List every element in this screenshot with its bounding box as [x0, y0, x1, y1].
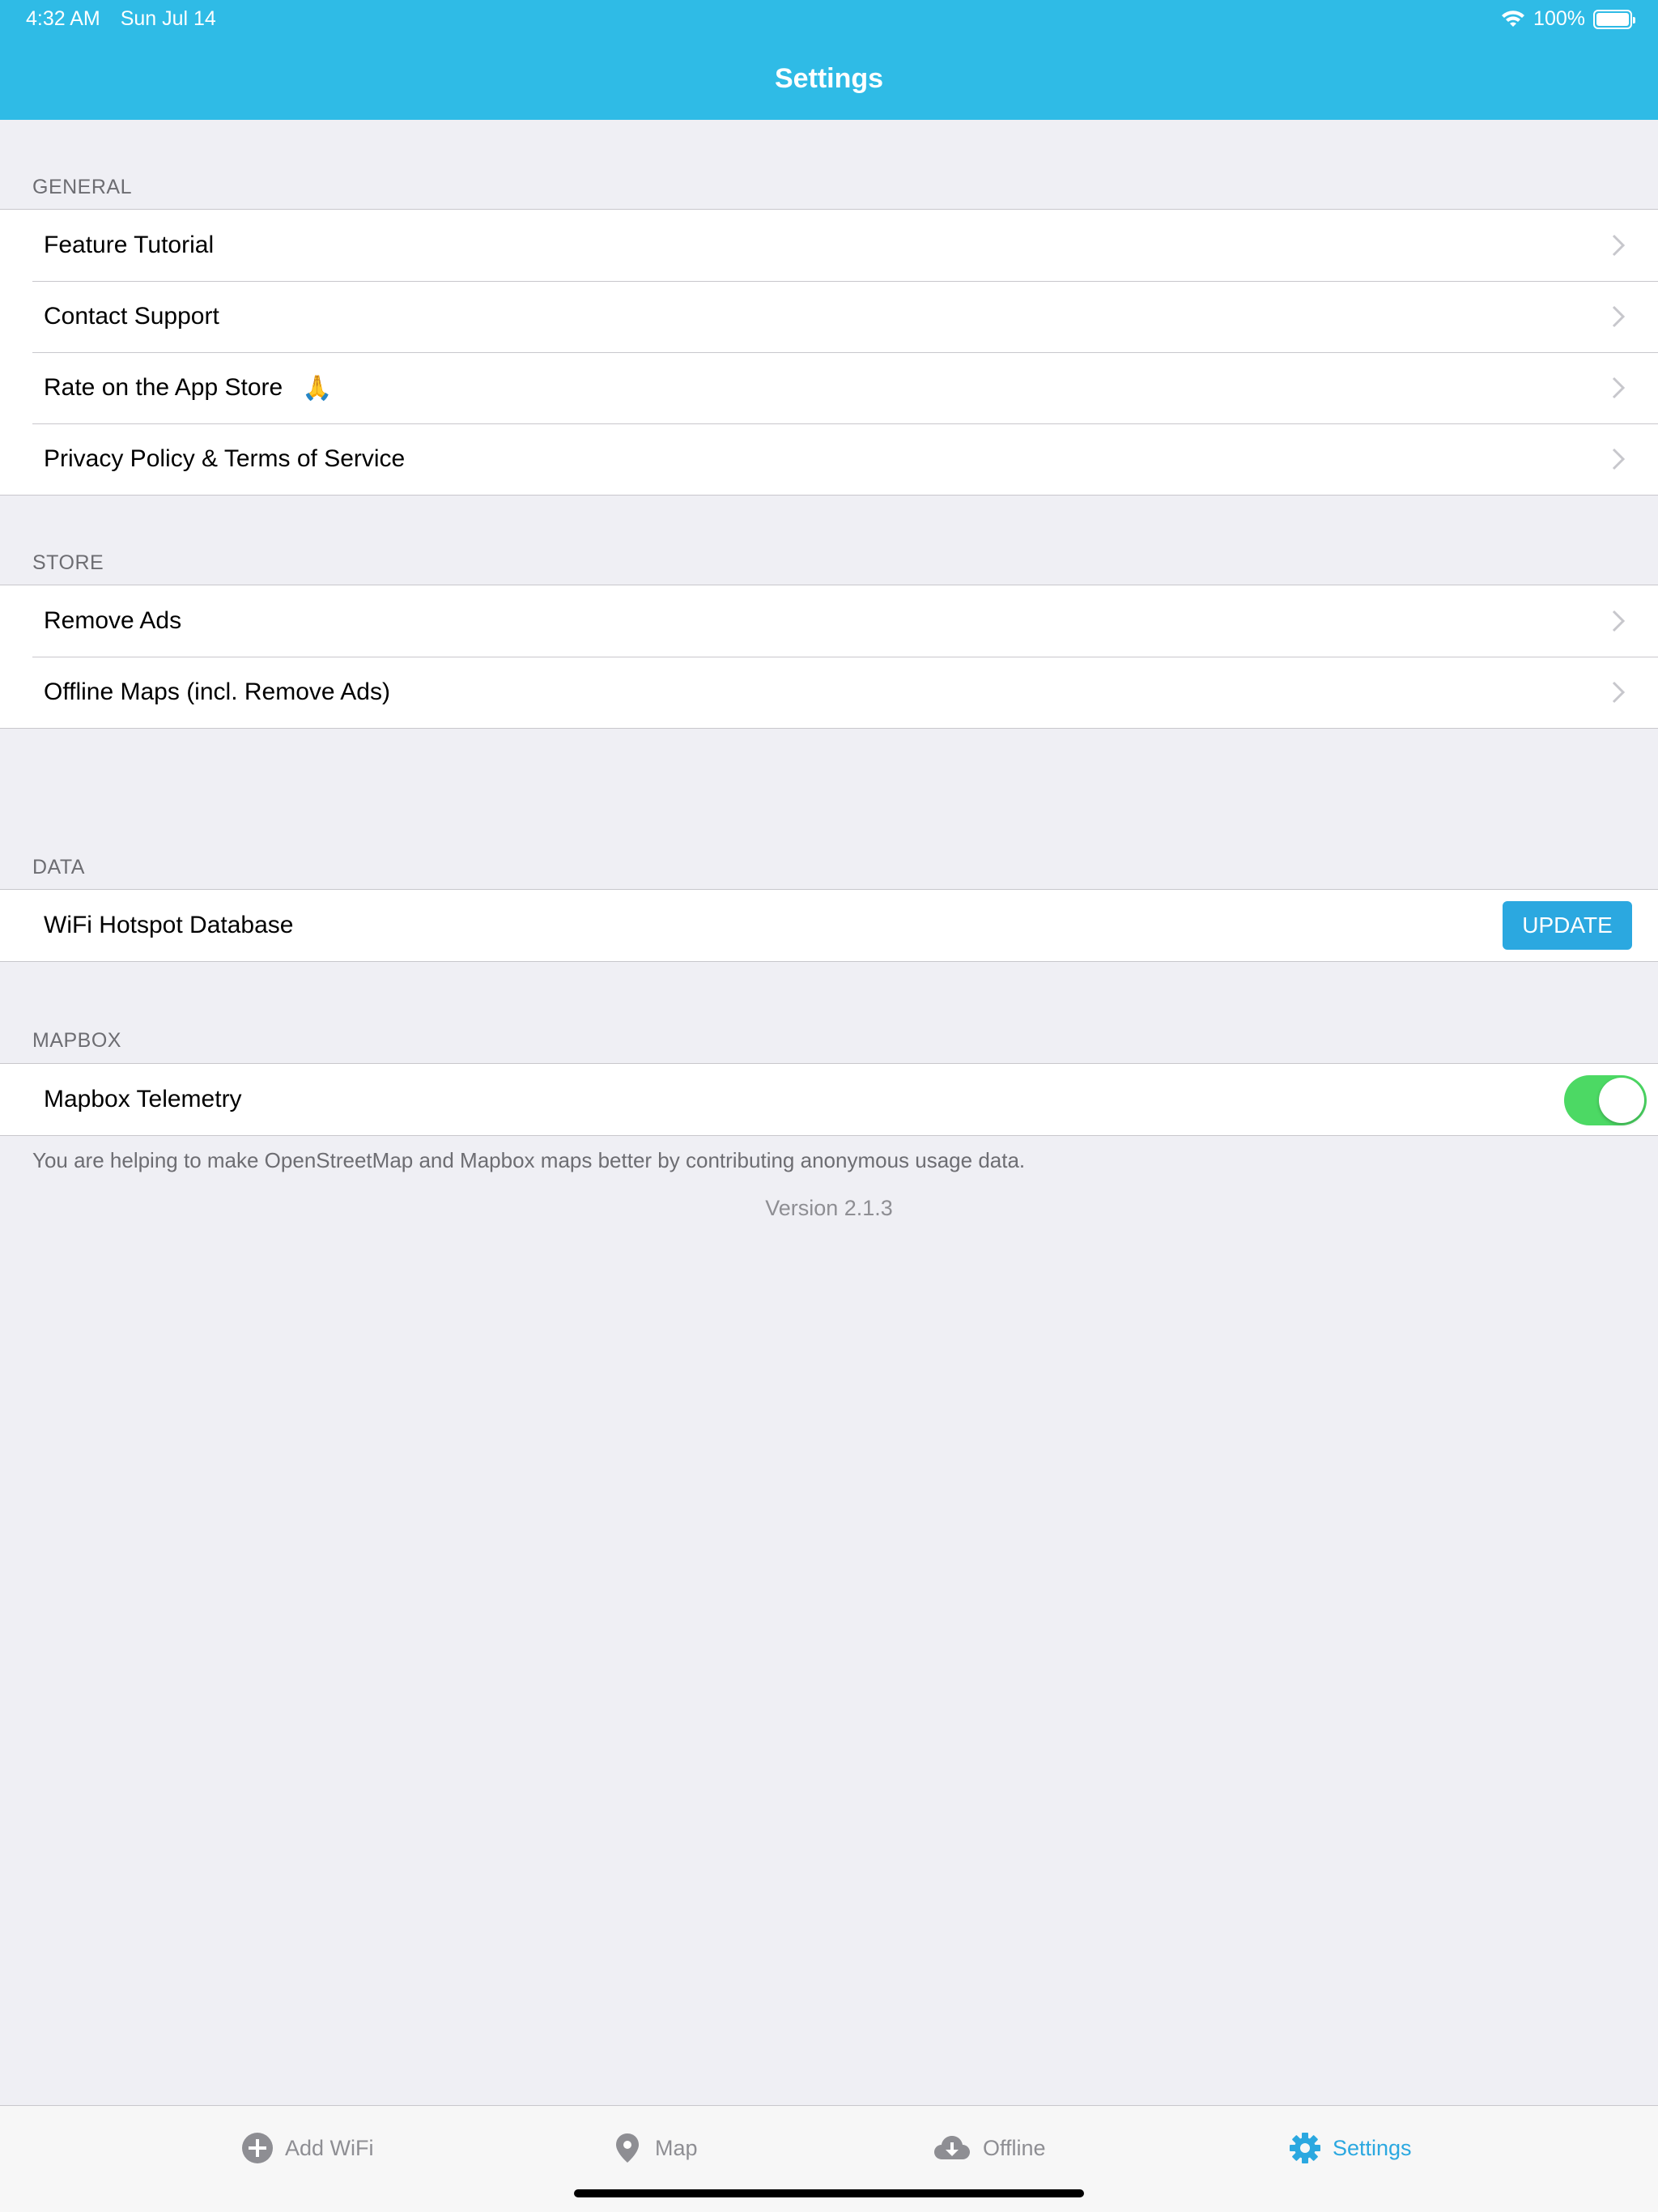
version-label: Version 2.1.3	[765, 1196, 893, 1220]
chevron-right-icon	[1612, 610, 1626, 632]
tab-label: Add WiFi	[285, 2135, 374, 2160]
chevron-right-icon	[1612, 448, 1626, 470]
status-date: Sun Jul 14	[120, 7, 216, 30]
privacy-policy-row[interactable]: Privacy Policy & Terms of Service	[0, 423, 1658, 495]
chevron-right-icon	[1612, 305, 1626, 328]
status-right: 100%	[1501, 7, 1635, 31]
tab-offline[interactable]: Offline	[933, 2132, 1046, 2164]
update-button[interactable]: UPDATE	[1503, 901, 1632, 950]
gear-icon	[1290, 2133, 1320, 2163]
row-label: WiFi Hotspot Database	[44, 912, 294, 938]
wifi-database-row: WiFi Hotspot Database UPDATE	[0, 890, 1658, 961]
map-pin-icon	[616, 2133, 639, 2163]
row-label: Contact Support	[44, 303, 219, 330]
home-indicator	[574, 2189, 1084, 2197]
cloud-download-icon	[934, 2136, 970, 2159]
section-header-mapbox: MAPBOX	[32, 1029, 121, 1052]
mapbox-footer-text: You are helping to make OpenStreetMap an…	[32, 1148, 1026, 1172]
section-header-store: STORE	[32, 551, 104, 574]
row-label: Mapbox Telemetry	[44, 1086, 242, 1112]
contact-support-row[interactable]: Contact Support	[0, 281, 1658, 352]
row-label: Remove Ads	[44, 607, 182, 634]
tab-map[interactable]: Map	[611, 2132, 698, 2164]
store-group: Remove Ads Offline Maps (incl. Remove Ad…	[0, 585, 1658, 729]
tab-label: Map	[655, 2135, 698, 2160]
chevron-right-icon	[1612, 681, 1626, 704]
status-time: 4:32 AM	[26, 7, 100, 30]
telemetry-toggle[interactable]	[1564, 1075, 1647, 1125]
tab-label: Offline	[983, 2135, 1046, 2160]
page-title: Settings	[774, 63, 884, 94]
plus-circle-icon	[242, 2133, 273, 2163]
row-label: Feature Tutorial	[44, 232, 215, 258]
chevron-right-icon	[1612, 376, 1626, 399]
chevron-right-icon	[1612, 234, 1626, 257]
feature-tutorial-row[interactable]: Feature Tutorial	[0, 210, 1658, 281]
remove-ads-row[interactable]: Remove Ads	[0, 585, 1658, 657]
status-bar: 4:32 AM Sun Jul 14 100%	[0, 0, 1658, 37]
tab-settings[interactable]: Settings	[1289, 2132, 1412, 2164]
status-left: 4:32 AM Sun Jul 14	[26, 7, 231, 31]
toggle-knob	[1599, 1078, 1644, 1123]
wifi-icon	[1502, 10, 1525, 27]
navigation-bar: 4:32 AM Sun Jul 14 100% Settings	[0, 0, 1658, 120]
offline-maps-row[interactable]: Offline Maps (incl. Remove Ads)	[0, 657, 1658, 728]
section-header-data: DATA	[32, 856, 85, 878]
mapbox-telemetry-row: Mapbox Telemetry	[0, 1064, 1658, 1135]
mapbox-group: Mapbox Telemetry	[0, 1063, 1658, 1136]
row-label: Rate on the App Store	[44, 374, 283, 401]
praying-hands-icon: 🙏	[302, 374, 333, 402]
tab-label: Settings	[1333, 2135, 1412, 2160]
tab-add-wifi[interactable]: Add WiFi	[241, 2132, 374, 2164]
rate-app-store-row[interactable]: Rate on the App Store 🙏	[0, 352, 1658, 423]
general-group: Feature Tutorial Contact Support Rate on…	[0, 209, 1658, 496]
data-group: WiFi Hotspot Database UPDATE	[0, 889, 1658, 962]
battery-percent: 100%	[1533, 7, 1585, 30]
section-header-general: GENERAL	[32, 176, 132, 198]
row-label: Offline Maps (incl. Remove Ads)	[44, 678, 390, 705]
row-label: Privacy Policy & Terms of Service	[44, 445, 406, 472]
battery-icon	[1593, 9, 1635, 29]
